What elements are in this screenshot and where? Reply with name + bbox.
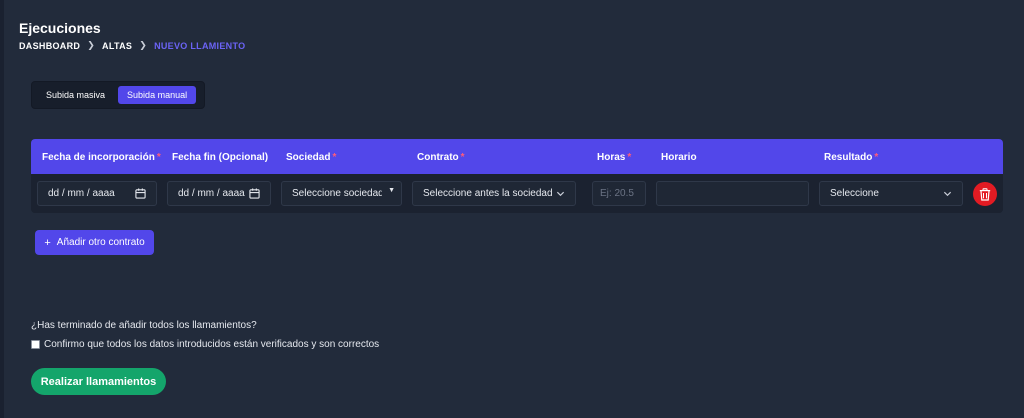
- column-resultado: Resultado *: [824, 152, 879, 163]
- trash-icon: [979, 187, 991, 201]
- contrato-select[interactable]: Seleccione antes la sociedad: [412, 181, 576, 206]
- contrato-value: Seleccione antes la sociedad: [423, 188, 553, 199]
- breadcrumb-altas[interactable]: ALTAS: [102, 41, 132, 51]
- horario-input[interactable]: [656, 181, 809, 206]
- chevron-right-icon: ❯: [87, 40, 96, 50]
- column-horas: Horas *: [597, 152, 632, 163]
- column-contrato: Contrato *: [417, 152, 465, 163]
- tab-subida-masiva[interactable]: Subida masiva: [37, 86, 114, 104]
- add-contract-label: Añadir otro contrato: [56, 237, 145, 248]
- delete-row-button[interactable]: [973, 182, 997, 206]
- calendar-icon[interactable]: [249, 188, 260, 199]
- confirmation-row: Confirmo que todos los datos introducido…: [31, 339, 379, 350]
- sociedad-select[interactable]: Seleccione sociedad ▼: [281, 181, 402, 206]
- breadcrumb-dashboard[interactable]: DASHBOARD: [19, 41, 80, 51]
- calendar-icon[interactable]: [135, 188, 146, 199]
- confirmation-question: ¿Has terminado de añadir todos los llama…: [31, 320, 257, 331]
- confirm-checkbox-label[interactable]: Confirmo que todos los datos introducido…: [44, 339, 379, 350]
- column-fecha-fin: Fecha fin (Opcional): [172, 152, 269, 163]
- chevron-down-icon: [943, 191, 952, 197]
- horas-input[interactable]: Ej: 20.5: [592, 181, 646, 206]
- chevron-down-icon: [556, 191, 565, 197]
- column-fecha-incorporacion: Fecha de incorporación *: [42, 152, 161, 163]
- breadcrumb-current: NUEVO LLAMIENTO: [154, 40, 246, 51]
- submit-llamamientos-button[interactable]: Realizar llamamientos: [31, 368, 166, 395]
- tab-subida-manual[interactable]: Subida manual: [118, 86, 197, 104]
- breadcrumb: DASHBOARD ❯ ALTAS ❯ NUEVO LLAMIENTO: [19, 40, 245, 51]
- resultado-value: Seleccione: [830, 188, 879, 199]
- left-edge-bar: [0, 0, 4, 418]
- resultado-select[interactable]: Seleccione: [819, 181, 963, 206]
- fecha-incorporacion-input[interactable]: dd / mm / aaaa: [37, 181, 157, 206]
- chevron-right-icon: ❯: [139, 40, 148, 50]
- caret-down-icon: ▼: [388, 187, 395, 194]
- plus-icon: +: [44, 236, 51, 249]
- fecha-fin-input[interactable]: dd / mm / aaaa: [167, 181, 271, 206]
- column-sociedad: Sociedad *: [286, 152, 337, 163]
- column-horario: Horario: [661, 152, 697, 163]
- add-contract-button[interactable]: + Añadir otro contrato: [35, 230, 154, 255]
- page-title: Ejecuciones: [19, 20, 101, 36]
- table-header: Fecha de incorporación * Fecha fin (Opcio…: [31, 139, 1003, 174]
- horas-placeholder: Ej: 20.5: [600, 188, 634, 199]
- confirm-checkbox[interactable]: [31, 340, 40, 349]
- fecha-fin-value: dd / mm / aaaa: [178, 188, 245, 199]
- fecha-incorporacion-value: dd / mm / aaaa: [48, 188, 115, 199]
- upload-mode-toggle: Subida masiva Subida manual: [31, 81, 205, 109]
- sociedad-value: Seleccione sociedad: [292, 188, 383, 199]
